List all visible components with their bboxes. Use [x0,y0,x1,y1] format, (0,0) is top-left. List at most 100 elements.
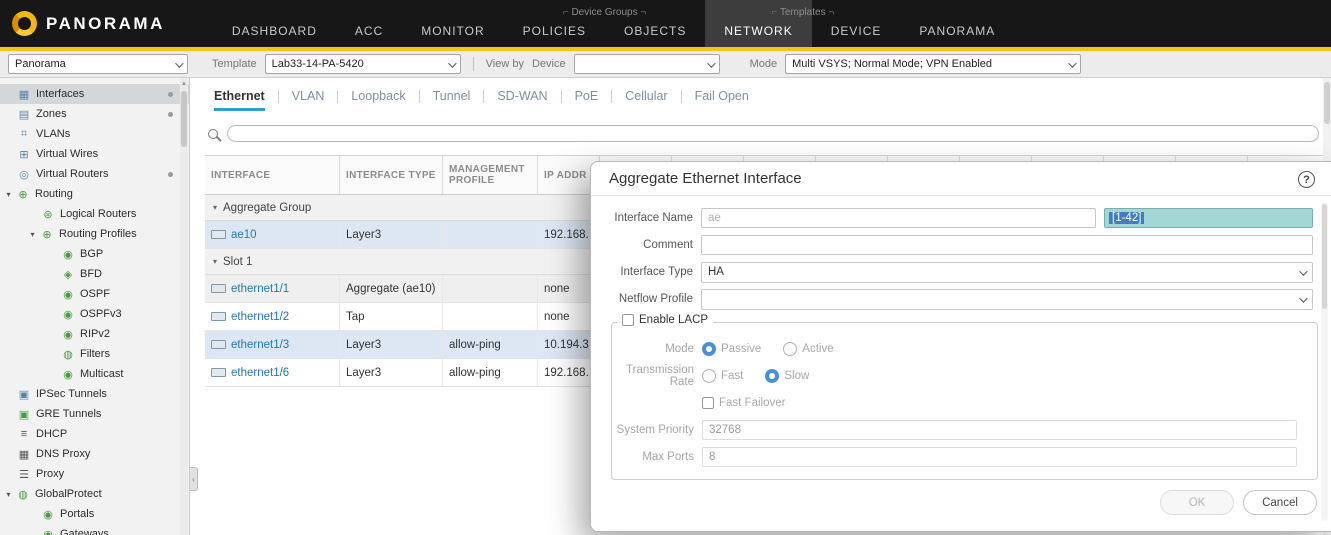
sidebar-item-routing[interactable]: ▾ ⊕ Routing [0,184,189,204]
interface-name-number-value: [1-42] [1109,212,1144,224]
interface-icon [211,340,226,349]
chevron-down-icon [707,59,715,67]
search-row [208,125,1319,142]
interface-name-prefix-field[interactable]: ae [701,208,1096,228]
sidebar-item-label: Interfaces [36,88,84,100]
mode-active-radio[interactable] [783,342,797,356]
search-input[interactable] [227,125,1319,142]
sidebar-item-filters[interactable]: ◍ Filters [0,344,189,364]
scrollbar-thumb[interactable] [1322,204,1327,309]
interface-type-select[interactable]: HA [701,262,1313,283]
device-groups-bracket-label: Device Groups [504,7,706,18]
group-caret-icon[interactable]: ▾ [213,203,217,212]
sidebar-item-virtual-routers[interactable]: ◎ Virtual Routers [0,164,189,184]
dhcp-icon: ≡ [16,428,32,440]
fast-failover-label: Fast Failover [719,397,785,409]
interface-link[interactable]: ethernet1/2 [231,311,289,323]
group-caret-icon[interactable]: ▾ [213,257,217,266]
device-select[interactable] [574,54,720,74]
max-ports-field[interactable]: 8 [702,447,1297,467]
nav-monitor[interactable]: MONITOR [402,0,503,47]
mode-select[interactable]: Multi VSYS; Normal Mode; VPN Enabled [785,54,1081,74]
nav-panorama[interactable]: PANORAMA [900,0,1014,47]
sidebar-item-bfd[interactable]: ◈ BFD [0,264,189,284]
sidebar-item-globalprotect[interactable]: ▾ ◍ GlobalProtect [0,484,189,504]
tab-loopback[interactable]: Loopback [351,89,405,103]
sidebar-item-gateways[interactable]: ◉ Gateways [0,524,189,535]
ospf-icon: ◉ [60,288,76,301]
templates-bracket-label: Templates [705,7,900,18]
sidebar-item-portals[interactable]: ◉ Portals [0,504,189,524]
netflow-profile-select[interactable] [701,289,1313,310]
expand-caret-icon[interactable]: ▾ [2,190,15,199]
sidebar-item-label: Zones [36,108,67,120]
sidebar-item-routing-profiles[interactable]: ▾ ⊕ Routing Profiles [0,224,189,244]
sidebar-item-logical-routers[interactable]: ⊛ Logical Routers [0,204,189,224]
help-icon[interactable]: ? [1298,171,1315,188]
scroll-up-icon[interactable]: ▲ [180,78,188,87]
interface-type-value: HA [708,266,724,278]
cell-type: Tap [340,303,443,330]
col-management-profile[interactable]: MANAGEMENT PROFILE [443,156,538,194]
sidebar-item-ripv2[interactable]: ◉ RIPv2 [0,324,189,344]
chevron-down-icon [448,59,456,67]
interface-link[interactable]: ethernet1/1 [231,283,289,295]
sidebar-item-label: IPSec Tunnels [36,388,107,400]
sidebar-item-zones[interactable]: ▤ Zones [0,104,189,124]
enable-lacp-checkbox[interactable] [622,314,634,326]
sidebar-item-dhcp[interactable]: ≡ DHCP [0,424,189,444]
mode-passive-radio[interactable] [702,342,716,356]
scrollbar-thumb[interactable] [181,91,187,147]
sidebar-item-ospfv3[interactable]: ◉ OSPFv3 [0,304,189,324]
fast-failover-checkbox[interactable] [702,397,714,409]
divider [611,90,612,103]
sidebar-item-vlans[interactable]: ⌗ VLANs [0,124,189,144]
context-select[interactable]: Panorama [8,54,188,74]
sidebar-item-dns-proxy[interactable]: ▦ DNS Proxy [0,444,189,464]
tab-ethernet[interactable]: Ethernet [214,89,265,103]
sidebar-item-multicast[interactable]: ◉ Multicast [0,364,189,384]
sidebar-collapse-handle[interactable]: ‹ [190,467,198,491]
sidebar-item-gre-tunnels[interactable]: ▣ GRE Tunnels [0,404,189,424]
sidebar-item-proxy[interactable]: ☰ Proxy [0,464,189,484]
tab-fail-open[interactable]: Fail Open [695,89,749,103]
template-select[interactable]: Lab33-14-PA-5420 [265,54,461,74]
enable-lacp-fieldset: Enable LACP Mode Passive Active Transmis… [611,322,1318,480]
sidebar-item-label: Logical Routers [60,208,136,220]
nav-group-templates: Templates NETWORK DEVICE [705,0,900,47]
sidebar-item-virtual-wires[interactable]: ⊞ Virtual Wires [0,144,189,164]
sidebar-item-interfaces[interactable]: ▦ Interfaces [0,84,189,104]
nav-acc[interactable]: ACC [336,0,402,47]
tab-sd-wan[interactable]: SD-WAN [497,89,547,103]
cell-profile [443,221,538,248]
nav-dashboard[interactable]: DASHBOARD [213,0,336,47]
sidebar-scrollbar[interactable]: ▲ [180,78,188,535]
divider [337,90,338,103]
portals-icon: ◉ [40,508,56,521]
rate-fast-radio[interactable] [702,369,716,383]
expand-caret-icon[interactable]: ▾ [26,230,39,239]
expand-caret-icon[interactable]: ▾ [2,490,15,499]
interface-link[interactable]: ae10 [231,229,257,241]
tab-tunnel[interactable]: Tunnel [433,89,471,103]
rate-slow-radio[interactable] [765,369,779,383]
sidebar-item-ipsec-tunnels[interactable]: ▣ IPSec Tunnels [0,384,189,404]
cancel-button[interactable]: Cancel [1243,490,1317,515]
comment-field[interactable] [701,235,1313,255]
system-priority-field[interactable]: 32768 [702,420,1297,440]
sidebar-item-bgp[interactable]: ◉ BGP [0,244,189,264]
interface-name-number-field[interactable]: [1-42] [1104,208,1313,228]
tab-vlan[interactable]: VLAN [292,89,325,103]
interface-link[interactable]: ethernet1/3 [231,339,289,351]
col-interface-type[interactable]: INTERFACE TYPE [340,156,443,194]
chevron-down-icon [1299,267,1307,275]
ok-button[interactable]: OK [1160,490,1234,515]
dialog-body: Interface Name ae [1-42] Comment Interfa… [591,196,1331,480]
col-interface[interactable]: INTERFACE [205,156,340,194]
scrollbar-thumb[interactable] [1324,82,1330,124]
tab-poe[interactable]: PoE [575,89,599,103]
sidebar-item-ospf[interactable]: ◉ OSPF [0,284,189,304]
interface-link[interactable]: ethernet1/6 [231,367,289,379]
tab-cellular[interactable]: Cellular [625,89,667,103]
dialog-scrollbar[interactable] [1321,202,1328,521]
